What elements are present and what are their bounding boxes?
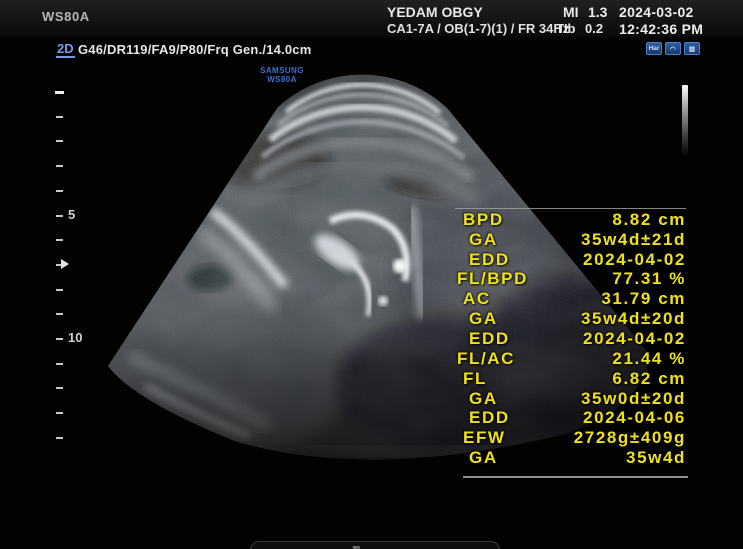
measurement-label: EDD (469, 408, 510, 428)
ruler-label: 5 (68, 206, 76, 222)
measurement-value: 6.82 cm (612, 368, 686, 388)
measurement-row: AC 31.79 cm (455, 289, 686, 309)
measurement-value: 21.44 % (612, 348, 686, 368)
ruler-tick (56, 313, 63, 316)
measurement-row: GA 35w0d±20d (455, 389, 686, 409)
ruler-tick (56, 165, 63, 168)
measurement-row: EDD 2024-04-02 (455, 329, 686, 349)
ruler-tick (56, 436, 63, 439)
probe-preset-info: CA1-7A / OB(1-7)(1) / FR 34Hz (387, 21, 570, 36)
measurement-label: BPD (463, 209, 504, 229)
grid-icon: ▦ (352, 544, 361, 549)
focus-depth-marker[interactable] (61, 259, 69, 269)
brand-watermark-line1: SAMSUNG (260, 66, 304, 75)
measurement-table-top-line (455, 208, 686, 209)
measurement-label: FL (463, 368, 487, 388)
measurement-row: GA 35w4d±21d (455, 230, 686, 250)
grayscale-bar (682, 85, 688, 155)
histogram-icon[interactable]: ▥ (684, 42, 700, 55)
brand-watermark: SAMSUNG WS80A (250, 66, 314, 84)
measurement-label: GA (469, 388, 498, 408)
measurement-value: 2024-04-06 (583, 408, 686, 428)
mode-tab-2d[interactable]: 2D (56, 41, 75, 58)
ruler-tick (56, 338, 63, 340)
measurement-value: 77.31 % (612, 269, 686, 289)
measurement-value: 8.82 cm (612, 209, 686, 229)
measurement-row: EDD 2024-04-06 (455, 408, 686, 428)
system-time: 12:42:36 PM (619, 21, 704, 37)
measurement-label: AC (463, 289, 491, 309)
measurement-value: 2024-04-02 (583, 328, 686, 348)
ti-label: TIb (556, 21, 576, 36)
measurement-table: BPD 8.82 cm GA 35w4d±21d EDD 2024-04-02 FL/BPD… (455, 210, 686, 468)
ruler-tick (55, 91, 64, 94)
facility-name: YEDAM OBGY (387, 4, 483, 20)
ruler-tick (56, 189, 63, 192)
ruler-tick (56, 387, 63, 390)
ruler-tick (56, 288, 63, 291)
ruler-tick (56, 115, 63, 118)
measurement-label: FL/AC (457, 348, 516, 368)
brand-watermark-line2: WS80A (267, 75, 297, 84)
ti-value: 0.2 (585, 21, 604, 36)
harmonic-icon[interactable]: Har (646, 42, 662, 55)
measurement-label: EDD (469, 328, 510, 348)
measurement-row: FL 6.82 cm (455, 369, 686, 389)
measurement-value: 35w4d (626, 448, 686, 468)
measurement-label: EFW (463, 428, 506, 448)
measurement-row: BPD 8.82 cm (455, 210, 686, 230)
measurement-value: 2024-04-02 (583, 249, 686, 269)
device-model-label: WS80A (42, 9, 90, 24)
measurement-value: 35w0d±20d (581, 388, 686, 408)
ruler-tick (56, 412, 63, 415)
measurement-label: GA (469, 448, 498, 468)
measurement-label: GA (469, 309, 498, 329)
ruler-tick (56, 140, 63, 143)
ultrasound-screen: WS80A YEDAM OBGY CA1-7A / OB(1-7)(1) / F… (0, 0, 743, 549)
measurement-row: EFW 2728g±409g (455, 428, 686, 448)
bottom-panel-partial[interactable]: ▦ (250, 541, 500, 549)
measurement-value: 31.79 cm (601, 289, 686, 309)
mi-value: 1.3 (588, 4, 608, 20)
mi-label: MI (563, 4, 579, 20)
measurement-row: FL/AC 21.44 % (455, 349, 686, 369)
ruler-tick (56, 214, 63, 217)
status-icon-strip: Har ◠ ▥ (646, 42, 700, 55)
measurement-label: GA (469, 229, 498, 249)
imaging-parameters: G46/DR119/FA9/P80/Frq Gen./14.0cm (78, 42, 312, 57)
measurement-row: FL/BPD 77.31 % (455, 269, 686, 290)
measurement-row: GA 35w4d±20d (455, 309, 686, 329)
measurement-table-bottom-line (463, 476, 688, 478)
measurement-value: 2728g±409g (573, 428, 686, 448)
measurement-row: GA 35w4d (455, 448, 686, 468)
measurement-label: EDD (469, 249, 510, 269)
ruler-tick (56, 239, 63, 242)
measurement-value: 35w4d±21d (581, 229, 686, 249)
system-date: 2024-03-02 (619, 4, 694, 20)
measurement-value: 35w4d±20d (581, 309, 686, 329)
ruler-label: 10 (68, 330, 83, 345)
probe-icon[interactable]: ◠ (665, 42, 681, 55)
ruler-tick (56, 362, 63, 365)
measurement-label: FL/BPD (457, 269, 528, 289)
measurement-row: EDD 2024-04-02 (455, 250, 686, 270)
top-status-bar: WS80A YEDAM OBGY CA1-7A / OB(1-7)(1) / F… (0, 0, 743, 37)
